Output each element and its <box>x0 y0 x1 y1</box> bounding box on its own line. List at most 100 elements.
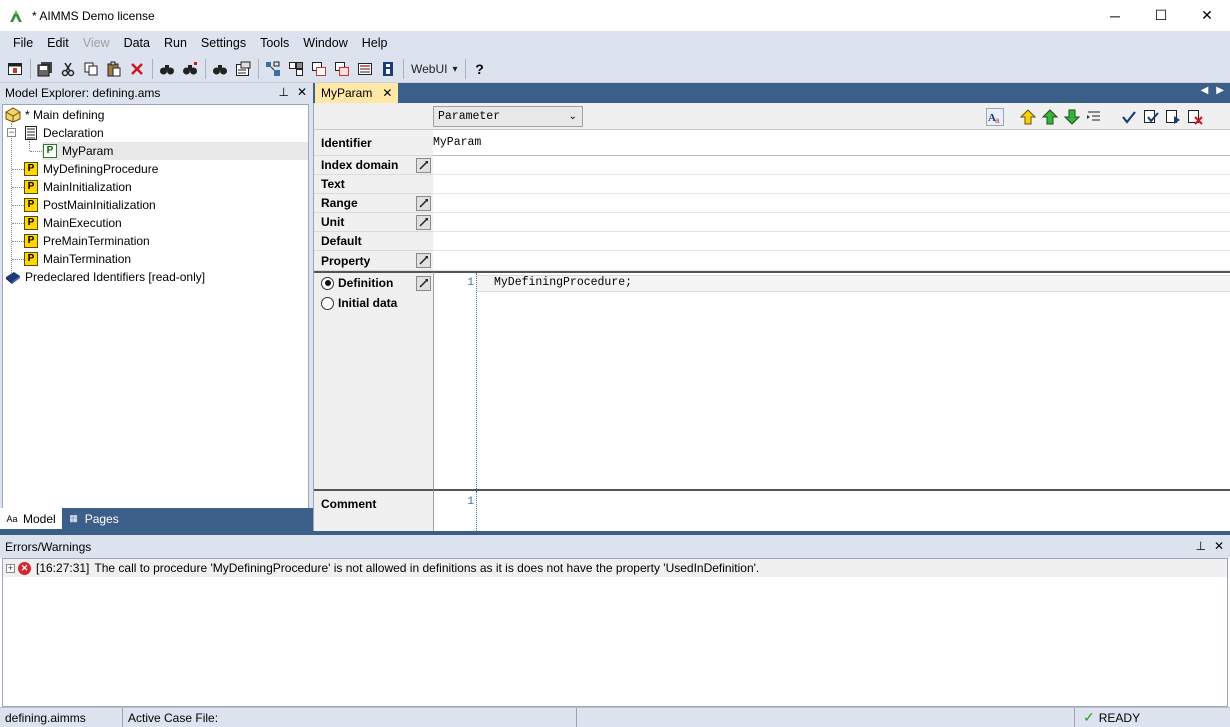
definition-wizard-icon[interactable] <box>416 276 431 291</box>
copy-icon[interactable] <box>80 58 102 80</box>
menu-data[interactable]: Data <box>117 31 157 56</box>
font-icon[interactable]: Aa <box>985 107 1004 126</box>
tree-item-main-model[interactable]: * Main defining <box>5 106 104 124</box>
definition-selector: Definition Initial data <box>314 271 433 489</box>
close-tab-icon[interactable]: ✕ <box>382 86 392 100</box>
paste-icon[interactable] <box>103 58 125 80</box>
data-manager-icon[interactable] <box>377 58 399 80</box>
tree-item-label: PostMainInitialization <box>43 198 156 212</box>
delete-icon[interactable] <box>126 58 148 80</box>
close-icon[interactable]: ✕ <box>1214 539 1224 553</box>
unit-field[interactable] <box>433 213 1230 232</box>
menu-help[interactable]: Help <box>355 31 395 56</box>
scroll-tabs-right-icon[interactable]: ▶ <box>1216 85 1224 96</box>
definition-code[interactable]: MyDefiningProcedure; <box>494 276 632 289</box>
initial-data-radio-label: Initial data <box>338 296 398 310</box>
default-field[interactable] <box>433 232 1230 251</box>
identifier-field[interactable]: MyParam <box>433 130 1230 156</box>
tree-item-label: Declaration <box>43 126 104 140</box>
commit-close-icon[interactable] <box>1163 107 1182 126</box>
help-icon[interactable]: ? <box>469 58 491 80</box>
tree-connector <box>30 151 42 152</box>
toolbar-separator <box>205 59 206 79</box>
menu-window[interactable]: Window <box>296 31 354 56</box>
move-up-icon[interactable] <box>1018 107 1037 126</box>
menu-view[interactable]: View <box>76 31 117 56</box>
arrow-up-icon[interactable] <box>1040 107 1059 126</box>
procedure-icon: P <box>23 197 39 213</box>
error-message: The call to procedure 'MyDefiningProcedu… <box>94 561 760 575</box>
main-model-icon <box>5 107 21 123</box>
page-manager-icon[interactable] <box>308 58 330 80</box>
definition-radio[interactable]: Definition <box>321 276 393 290</box>
tab-pages[interactable]: ▦ Pages <box>62 508 125 529</box>
tab-model[interactable]: Aa Model <box>0 508 62 529</box>
menu-edit[interactable]: Edit <box>40 31 76 56</box>
attribute-editor: Parameter ⌄ Aa Identifier MyParam Index … <box>313 103 1230 531</box>
initial-data-radio[interactable]: Initial data <box>321 296 397 310</box>
discard-icon[interactable] <box>1185 107 1204 126</box>
gutter-divider <box>476 491 477 531</box>
comment-code-editor[interactable]: 1 <box>433 489 1230 531</box>
menu-builder-icon[interactable] <box>354 58 376 80</box>
error-row[interactable]: + ✕ [16:27:31] The call to procedure 'My… <box>3 559 1227 577</box>
identifier-selector-icon[interactable] <box>285 58 307 80</box>
check-icon[interactable] <box>1119 107 1138 126</box>
maximize-button[interactable]: ☐ <box>1138 0 1184 31</box>
model-explorer-icon[interactable] <box>262 58 284 80</box>
property-wizard-icon[interactable] <box>416 253 431 268</box>
list-icon[interactable] <box>1084 107 1103 126</box>
expand-error-icon[interactable]: + <box>6 563 15 573</box>
find-identifier-icon[interactable] <box>209 58 231 80</box>
range-wizard-icon[interactable] <box>416 196 431 211</box>
tree-item-procedure[interactable]: P MainTermination <box>23 250 131 268</box>
menu-file[interactable]: File <box>6 31 40 56</box>
cut-icon[interactable] <box>57 58 79 80</box>
webui-label: WebUI <box>411 62 448 76</box>
new-project-icon[interactable] <box>4 58 26 80</box>
tree-item-procedure[interactable]: P MainInitialization <box>23 178 132 196</box>
menu-settings[interactable]: Settings <box>194 31 253 56</box>
close-window-button[interactable]: ✕ <box>1184 0 1230 31</box>
ready-check-icon: ✓ <box>1083 709 1095 725</box>
pin-icon[interactable]: ⊥ <box>1195 539 1205 553</box>
property-field[interactable] <box>433 251 1230 271</box>
definition-code-editor[interactable]: 1 MyDefiningProcedure; <box>433 271 1230 489</box>
tree-item-procedure[interactable]: P PreMainTermination <box>23 232 150 250</box>
properties-icon[interactable] <box>232 58 254 80</box>
unit-wizard-icon[interactable] <box>416 215 431 230</box>
tab-myparam-label: MyParam <box>321 86 373 100</box>
menu-tools[interactable]: Tools <box>253 31 296 56</box>
tree-item-procedure[interactable]: P MainExecution <box>23 214 122 232</box>
tree-item-declaration[interactable]: Declaration <box>23 124 104 142</box>
find-replace-icon[interactable] <box>179 58 201 80</box>
tree-item-procedure[interactable]: P PostMainInitialization <box>23 196 156 214</box>
index-domain-wizard-icon[interactable] <box>416 158 431 173</box>
scroll-tabs-left-icon[interactable]: ◀ <box>1201 85 1209 96</box>
tree-item-myparam[interactable]: P MyParam <box>42 142 308 160</box>
minimize-button[interactable]: ─ <box>1092 0 1138 31</box>
tree-item-label: * Main defining <box>25 108 105 122</box>
arrow-down-icon[interactable] <box>1062 107 1081 126</box>
pin-icon[interactable]: ⊥ <box>278 85 288 99</box>
identifier-type-select[interactable]: Parameter ⌄ <box>433 106 583 127</box>
index-domain-field[interactable] <box>433 156 1230 175</box>
menu-run[interactable]: Run <box>157 31 194 56</box>
save-all-icon[interactable] <box>34 58 56 80</box>
close-icon[interactable]: ✕ <box>297 85 307 99</box>
tree-item-procedure[interactable]: P MyDefiningProcedure <box>23 160 158 178</box>
range-field[interactable] <box>433 194 1230 213</box>
check-commit-icon[interactable] <box>1141 107 1160 126</box>
tree-item-predeclared[interactable]: Predeclared Identifiers [read-only] <box>5 268 205 286</box>
tab-myparam[interactable]: MyParam ✕ <box>315 83 399 103</box>
collapse-declaration-icon[interactable]: − <box>7 128 16 137</box>
template-manager-icon[interactable] <box>331 58 353 80</box>
text-field[interactable] <box>433 175 1230 194</box>
procedure-icon: P <box>23 215 39 231</box>
radio-selected-icon <box>321 276 334 290</box>
tree-connector <box>29 141 30 151</box>
tree-item-label: MyDefiningProcedure <box>43 162 159 176</box>
webui-dropdown[interactable]: WebUI ▾ <box>407 58 462 80</box>
svg-text:a: a <box>995 116 1000 125</box>
find-icon[interactable] <box>156 58 178 80</box>
